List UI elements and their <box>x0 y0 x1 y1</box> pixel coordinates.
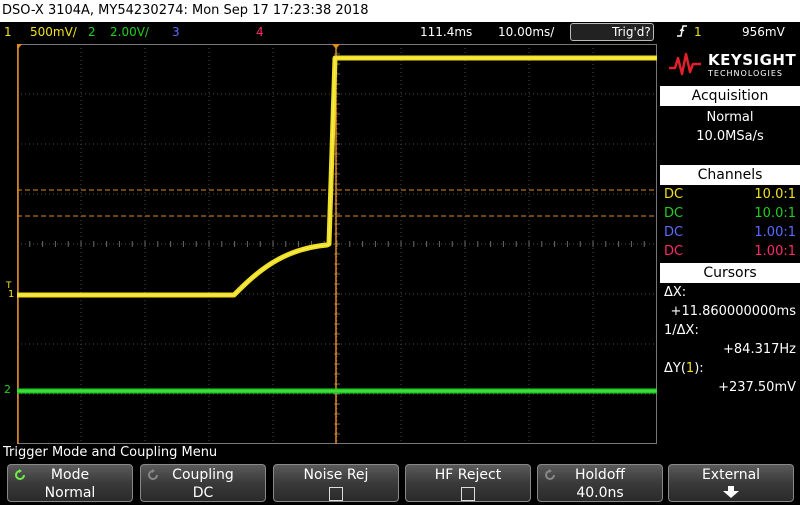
channel-row: DC 1.00:1 <box>660 242 800 261</box>
menu-title-text: Trigger Mode and Coupling Menu <box>3 445 218 460</box>
ch2-probe: 10.0:1 <box>754 206 796 221</box>
title-bar: DSO-X 3104A, MY54230274: Mon Sep 17 17:2… <box>0 0 800 22</box>
acquisition-header: Acquisition <box>660 86 800 106</box>
ch1-number[interactable]: 1 <box>4 22 12 42</box>
delta-y-value: +237.50mV <box>718 380 796 395</box>
holdoff-softkey[interactable]: Holdoff 40.0ns <box>537 464 663 502</box>
rotate-knob-icon <box>545 469 555 480</box>
hf-reject-label: HF Reject <box>434 467 502 483</box>
ch1-marker-label: 1 <box>8 289 15 300</box>
keysight-wave-icon <box>669 52 701 76</box>
ch4-probe: 1.00:1 <box>754 244 796 259</box>
coupling-softkey[interactable]: Coupling DC <box>140 464 266 502</box>
channels-section: Channels DC 10.0:1 DC 10.0:1 DC 1.00:1 D… <box>660 165 800 261</box>
acquisition-section: Acquisition Normal 10.0MSa/s <box>660 86 800 146</box>
rising-edge-icon <box>676 22 688 46</box>
ch1-coupling: DC <box>664 187 684 202</box>
keysight-logo: KEYSIGHT TECHNOLOGIES <box>660 44 800 86</box>
cursors-header: Cursors <box>660 263 800 283</box>
ch2-scale[interactable]: 2.00V/ <box>110 22 149 42</box>
ch2-number[interactable]: 2 <box>88 22 96 42</box>
noise-reject-softkey[interactable]: Noise Rej <box>273 464 399 502</box>
trigger-state: Trig'd? <box>612 25 651 39</box>
channel-row: DC 10.0:1 <box>660 185 800 204</box>
noise-reject-label: Noise Rej <box>303 467 369 483</box>
time-delay[interactable]: 111.4ms <box>420 22 472 42</box>
brand-sub: TECHNOLOGIES <box>708 69 783 78</box>
ch1-scale[interactable]: 500mV/ <box>30 22 77 42</box>
time-scale[interactable]: 10.00ms/ <box>498 22 554 42</box>
side-panel: KEYSIGHT TECHNOLOGIES Acquisition Normal… <box>660 44 800 444</box>
brand-name: KEYSIGHT <box>708 51 797 69</box>
channel-row: DC 1.00:1 <box>660 223 800 242</box>
cursor-x1-marker[interactable] <box>17 44 22 49</box>
holdoff-value: 40.0ns <box>576 485 624 501</box>
mode-value: Normal <box>44 485 96 501</box>
ch2-ground-marker[interactable]: 2 <box>4 384 11 396</box>
waveform-display[interactable] <box>17 44 657 444</box>
cursors-section: Cursors ΔX: +11.860000000ms 1/ΔX: +84.31… <box>660 263 800 397</box>
trigger-level[interactable]: 956mV <box>742 22 785 42</box>
inverse-delta-x-label: 1/ΔX: <box>664 323 699 338</box>
acquisition-mode: Normal <box>706 110 754 125</box>
softkey-bar: Mode Normal Coupling DC Noise Rej HF Rej… <box>0 462 800 503</box>
inverse-delta-x-value: +84.317Hz <box>723 342 796 357</box>
hf-reject-checkbox[interactable] <box>461 487 475 501</box>
cursor-x2-marker[interactable] <box>332 44 340 49</box>
rotate-knob-icon <box>148 469 158 480</box>
channels-header: Channels <box>660 165 800 185</box>
ch1-probe: 10.0:1 <box>754 187 796 202</box>
hf-reject-softkey[interactable]: HF Reject <box>405 464 531 502</box>
mode-softkey[interactable]: Mode Normal <box>7 464 133 502</box>
delta-y-label: ΔY(1): <box>660 359 800 378</box>
status-bar: 1 500mV/ 2 2.00V/ 3 4 111.4ms 10.00ms/ T… <box>0 22 800 42</box>
ch2-marker-label: 2 <box>4 383 11 396</box>
delta-x-value: +11.860000000ms <box>670 304 796 319</box>
delta-x-label: ΔX: <box>664 285 687 300</box>
delta-y-suffix: ): <box>694 361 704 376</box>
acquisition-rate: 10.0MSa/s <box>696 129 764 144</box>
delta-y-channel: 1 <box>685 361 695 376</box>
ch4-coupling: DC <box>664 244 684 259</box>
ch3-coupling: DC <box>664 225 684 240</box>
menu-title: Trigger Mode and Coupling Menu <box>0 444 800 462</box>
trigger-source[interactable]: 1 <box>694 22 702 42</box>
delta-y-prefix: ΔY( <box>664 361 686 376</box>
ch3-number[interactable]: 3 <box>172 22 180 42</box>
coupling-value: DC <box>192 485 214 501</box>
external-label: External <box>701 467 761 483</box>
title-text: DSO-X 3104A, MY54230274: Mon Sep 17 17:2… <box>2 3 369 18</box>
ch1-ground-marker[interactable]: 1 <box>8 290 14 300</box>
noise-reject-checkbox[interactable] <box>329 487 343 501</box>
channel-row: DC 10.0:1 <box>660 204 800 223</box>
graticule <box>17 44 657 444</box>
ch2-coupling: DC <box>664 206 684 221</box>
trigger-state-box: Trig'd? <box>570 23 654 41</box>
external-softkey[interactable]: External <box>668 464 794 502</box>
rotate-knob-icon <box>15 469 25 480</box>
down-arrow-icon <box>723 486 739 498</box>
ch4-number[interactable]: 4 <box>256 22 264 42</box>
ch3-probe: 1.00:1 <box>754 225 796 240</box>
